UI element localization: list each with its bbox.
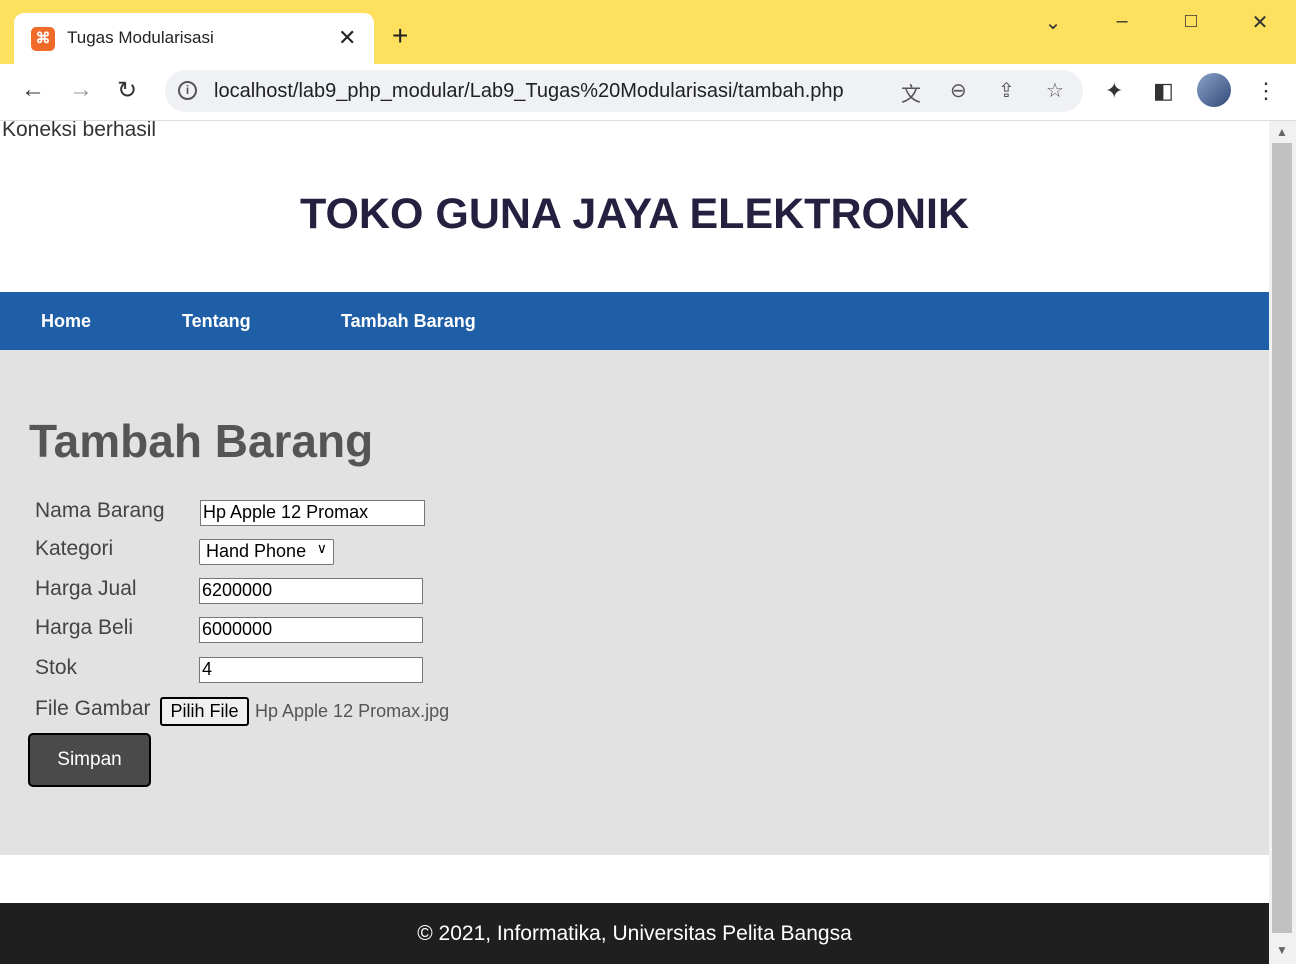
web-page: Koneksi berhasil TOKO GUNA JAYA ELEKTRON… <box>0 121 1269 964</box>
menu-icon[interactable]: ⋮ <box>1255 78 1277 104</box>
harga-jual-input[interactable]: 6200000 <box>199 578 423 604</box>
connection-status: Koneksi berhasil <box>2 121 157 141</box>
reload-icon[interactable]: ↻ <box>117 76 137 105</box>
extensions-icon[interactable]: ✦ <box>1105 78 1123 104</box>
scroll-down-icon[interactable]: ▼ <box>1276 943 1288 957</box>
label-file-gambar: File Gambar <box>35 697 151 720</box>
nav-tentang[interactable]: Tentang <box>182 311 251 332</box>
kategori-select[interactable]: Hand Phone ∨ <box>199 539 334 565</box>
site-info-icon[interactable]: i <box>178 81 197 100</box>
xampp-icon: ⌘ <box>31 27 55 51</box>
site-footer: © 2021, Informatika, Universitas Pelita … <box>0 903 1269 964</box>
scroll-thumb[interactable] <box>1272 143 1292 933</box>
side-panel-icon[interactable]: ◧ <box>1153 78 1174 104</box>
site-title: TOKO GUNA JAYA ELEKTRONIK <box>300 190 969 238</box>
main-content: Tambah Barang Nama Barang Hp Apple 12 Pr… <box>0 350 1269 855</box>
share-icon[interactable]: ⇪ <box>998 78 1015 103</box>
label-nama-barang: Nama Barang <box>35 499 165 522</box>
label-harga-beli: Harga Beli <box>35 616 134 639</box>
label-stok: Stok <box>35 656 78 679</box>
tab-title: Tugas Modularisasi <box>67 28 214 47</box>
tab-search-icon[interactable]: ⌄ <box>1038 10 1068 36</box>
browser-tab[interactable]: ⌘ Tugas Modularisasi ✕ <box>14 13 374 64</box>
label-harga-jual: Harga Jual <box>35 577 137 600</box>
close-window-icon[interactable]: ✕ <box>1245 10 1275 36</box>
translate-icon[interactable]: 文 <box>901 78 921 107</box>
close-tab-icon[interactable]: ✕ <box>338 25 356 51</box>
bookmark-star-icon[interactable]: ☆ <box>1046 78 1064 103</box>
label-kategori: Kategori <box>35 537 114 560</box>
nav-home[interactable]: Home <box>41 311 91 332</box>
back-icon[interactable]: ← <box>21 76 45 104</box>
browser-toolbar: ← → ↻ i localhost/lab9_php_modular/Lab9_… <box>0 64 1296 121</box>
simpan-button[interactable]: Simpan <box>28 733 151 787</box>
new-tab-icon[interactable]: + <box>392 22 408 50</box>
selected-file-name: Hp Apple 12 Promax.jpg <box>255 701 450 721</box>
kategori-selected-value: Hand Phone <box>206 541 307 561</box>
forward-icon[interactable]: → <box>69 76 93 104</box>
maximize-icon[interactable]: □ <box>1176 10 1206 36</box>
form-title: Tambah Barang <box>29 415 374 467</box>
scroll-up-icon[interactable]: ▲ <box>1276 125 1288 139</box>
browser-titlebar: ⌘ Tugas Modularisasi ✕ + ⌄ – □ ✕ <box>0 0 1296 64</box>
chevron-down-icon: ∨ <box>316 540 327 556</box>
page-scrollbar[interactable]: ▲ ▼ <box>1269 121 1296 964</box>
choose-file-button[interactable]: Pilih File <box>160 697 249 726</box>
nav-tambah-barang[interactable]: Tambah Barang <box>341 311 476 332</box>
minimize-icon[interactable]: – <box>1107 10 1137 36</box>
harga-beli-input[interactable]: 6000000 <box>199 617 423 643</box>
zoom-out-icon[interactable]: ⊖ <box>950 78 967 103</box>
url-text[interactable]: localhost/lab9_php_modular/Lab9_Tugas%20… <box>214 80 844 103</box>
site-navbar: Home Tentang Tambah Barang <box>0 292 1269 350</box>
nama-barang-input[interactable]: Hp Apple 12 Promax <box>200 500 425 526</box>
address-bar[interactable]: i localhost/lab9_php_modular/Lab9_Tugas%… <box>165 70 1083 112</box>
stok-input[interactable]: 4 <box>199 657 423 683</box>
avatar[interactable] <box>1197 73 1231 107</box>
